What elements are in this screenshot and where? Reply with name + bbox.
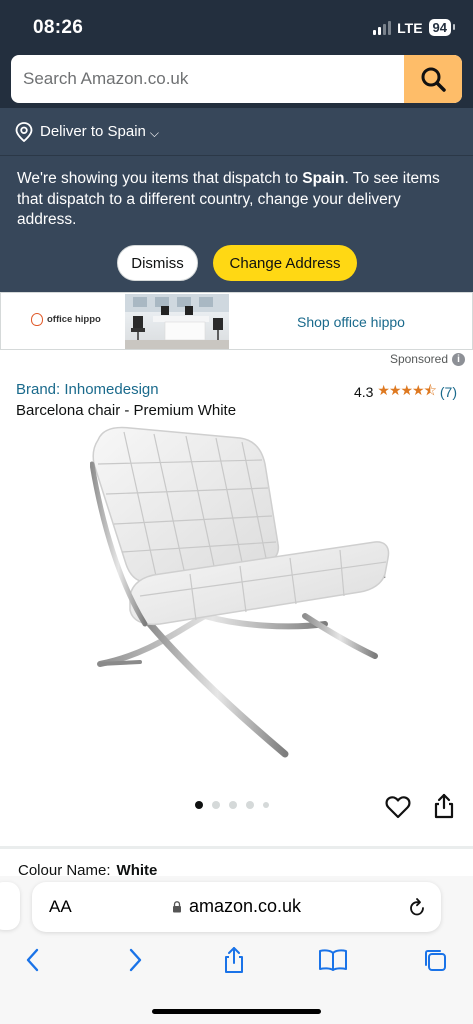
battery-icon: 94 (428, 19, 456, 36)
url-field[interactable]: amazon.co.uk (32, 896, 441, 917)
search-icon (421, 67, 446, 92)
lock-icon (172, 901, 181, 913)
share-icon[interactable] (432, 793, 456, 819)
address-bar[interactable]: AA amazon.co.uk (32, 882, 441, 932)
status-bar: 08:26 LTE 94 (0, 0, 473, 56)
previous-tab-preview[interactable] (0, 882, 20, 930)
star-rating-icon: ★★★★⯪ (377, 382, 436, 398)
info-icon: i (452, 352, 465, 366)
change-address-button[interactable]: Change Address (213, 245, 357, 281)
network-type: LTE (397, 19, 423, 36)
rating-summary[interactable]: 4.3 ★★★★⯪ (7) (354, 380, 457, 404)
dispatch-message: We're showing you items that dispatch to… (17, 170, 440, 228)
location-pin-icon (15, 121, 33, 142)
section-divider (0, 846, 473, 849)
deliver-label: Deliver to Spain (40, 123, 146, 140)
dispatch-banner: We're showing you items that dispatch to… (0, 156, 473, 292)
search-header (0, 52, 473, 108)
bookmarks-icon[interactable] (317, 944, 349, 976)
carousel-dot[interactable] (246, 801, 254, 809)
carousel-dot[interactable] (229, 801, 237, 809)
browser-toolbar (0, 944, 473, 980)
dismiss-button[interactable]: Dismiss (117, 245, 198, 281)
tabs-icon[interactable] (419, 944, 451, 976)
browser-bottom-bar: AA amazon.co.uk (0, 876, 473, 1024)
office-hippo-logo: office hippo (31, 313, 101, 326)
shop-office-hippo-link[interactable]: Shop office hippo (297, 314, 405, 330)
dispatch-country: Spain (302, 170, 345, 187)
deliver-to-button[interactable]: Deliver to Spain ⌵ (0, 108, 473, 156)
chevron-down-icon: ⌵ (149, 125, 159, 140)
forward-icon[interactable] (119, 944, 151, 976)
status-indicators: LTE 94 (373, 19, 456, 36)
carousel-dot[interactable] (212, 801, 220, 809)
image-carousel-dots[interactable] (195, 801, 269, 809)
status-time: 08:26 (33, 17, 84, 38)
search-button[interactable] (404, 55, 462, 103)
search-box (11, 55, 462, 103)
brand-link[interactable]: Brand: Inhomedesign (16, 381, 159, 398)
rating-value: 4.3 (353, 384, 374, 400)
home-indicator (152, 1009, 321, 1014)
heart-icon[interactable] (385, 794, 411, 820)
safari-share-icon[interactable] (218, 944, 250, 976)
product-title: Barcelona chair - Premium White (16, 402, 237, 419)
search-input[interactable] (11, 55, 404, 103)
sponsored-label[interactable]: Sponsored i (390, 352, 465, 366)
sponsored-ad-banner[interactable]: office hippo Shop office hippo (0, 292, 473, 350)
carousel-dot[interactable] (195, 801, 203, 809)
carousel-dot[interactable] (263, 802, 269, 808)
back-icon[interactable] (17, 944, 49, 976)
ad-office-image (125, 294, 229, 349)
reload-icon[interactable] (407, 896, 427, 918)
product-image[interactable] (90, 424, 395, 764)
rating-count: (7) (439, 384, 457, 400)
signal-icon (373, 20, 392, 35)
